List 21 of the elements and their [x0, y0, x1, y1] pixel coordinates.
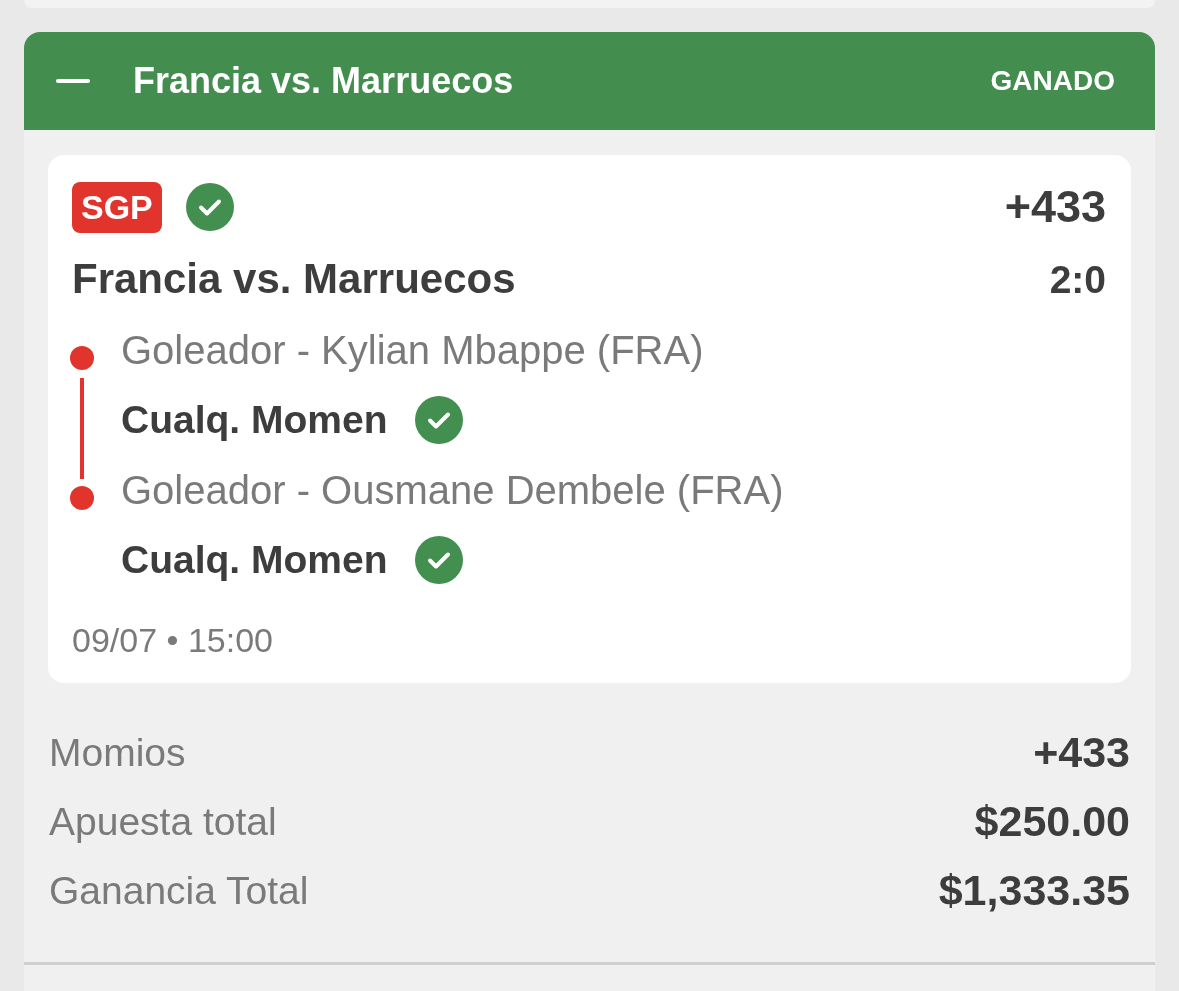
match-datetime: 09/07 • 15:00	[72, 620, 273, 661]
selection-text: Cualq. Momen	[121, 398, 388, 442]
summary-label: Momios	[49, 730, 186, 775]
minus-icon[interactable]	[56, 79, 90, 83]
selection-text: Cualq. Momen	[121, 538, 388, 582]
match-score: 2:0	[1049, 257, 1106, 303]
market-text: Goleador - Ousmane Dembele (FRA)	[121, 467, 784, 513]
bet-header[interactable]: Francia vs. Marruecos GANADO	[24, 32, 1155, 130]
odds-value: +433	[1004, 181, 1106, 233]
match-title: Francia vs. Marruecos	[72, 254, 516, 304]
summary-value: +433	[1033, 728, 1130, 777]
sgp-badge: SGP	[72, 181, 162, 233]
summary-label: Ganancia Total	[49, 868, 309, 913]
timeline-dot	[70, 346, 94, 370]
bet-title: Francia vs. Marruecos	[133, 60, 515, 102]
summary-value: $1,333.35	[938, 866, 1130, 915]
summary-label: Apuesta total	[49, 799, 277, 844]
status-label: GANADO	[990, 65, 1115, 97]
market-text: Goleador - Kylian Mbappe (FRA)	[121, 327, 704, 373]
timeline-dot	[70, 486, 94, 510]
summary-value: $250.00	[974, 797, 1130, 846]
